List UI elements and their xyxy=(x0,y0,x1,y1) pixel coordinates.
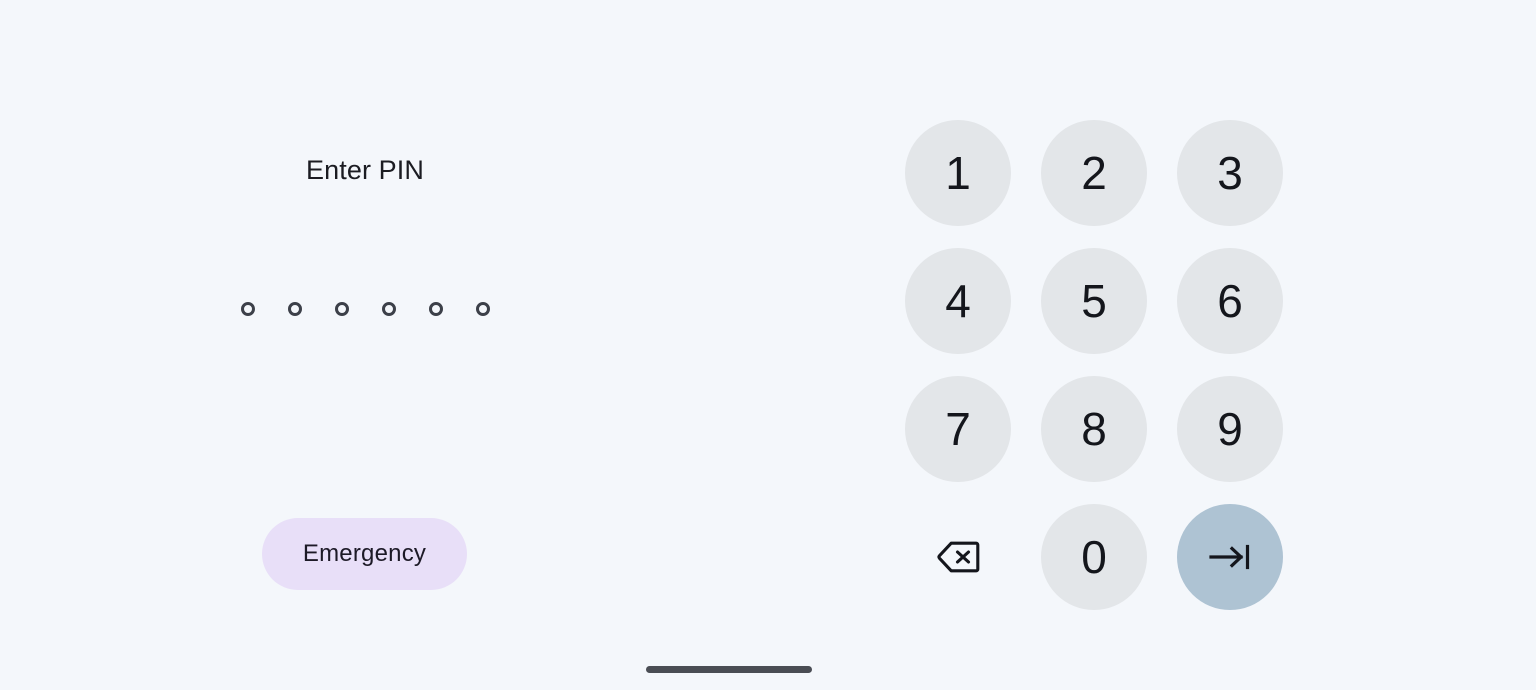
pin-keypad: 1 2 3 4 5 6 7 8 9 0 xyxy=(905,120,1283,610)
submit-key[interactable] xyxy=(1177,504,1283,610)
key-1[interactable]: 1 xyxy=(905,120,1011,226)
key-6[interactable]: 6 xyxy=(1177,248,1283,354)
pin-input-dots xyxy=(241,302,490,316)
pin-dot-4 xyxy=(382,302,396,316)
home-indicator[interactable] xyxy=(646,666,812,673)
key-8[interactable]: 8 xyxy=(1041,376,1147,482)
key-5[interactable]: 5 xyxy=(1041,248,1147,354)
key-2[interactable]: 2 xyxy=(1041,120,1147,226)
emergency-button[interactable]: Emergency xyxy=(262,518,467,590)
pin-entry-panel: Enter PIN Emergency xyxy=(0,0,728,690)
pin-dot-1 xyxy=(241,302,255,316)
arrow-to-bar-icon xyxy=(1205,540,1255,574)
key-0[interactable]: 0 xyxy=(1041,504,1147,610)
lock-screen: Enter PIN Emergency 1 2 3 4 5 6 7 8 9 0 xyxy=(0,0,1536,690)
pin-dot-6 xyxy=(476,302,490,316)
key-7[interactable]: 7 xyxy=(905,376,1011,482)
pin-dot-2 xyxy=(288,302,302,316)
key-4[interactable]: 4 xyxy=(905,248,1011,354)
page-title: Enter PIN xyxy=(306,155,424,185)
backspace-icon xyxy=(936,540,980,574)
pin-dot-5 xyxy=(429,302,443,316)
pin-dot-3 xyxy=(335,302,349,316)
key-9[interactable]: 9 xyxy=(1177,376,1283,482)
key-3[interactable]: 3 xyxy=(1177,120,1283,226)
backspace-key[interactable] xyxy=(905,504,1011,610)
